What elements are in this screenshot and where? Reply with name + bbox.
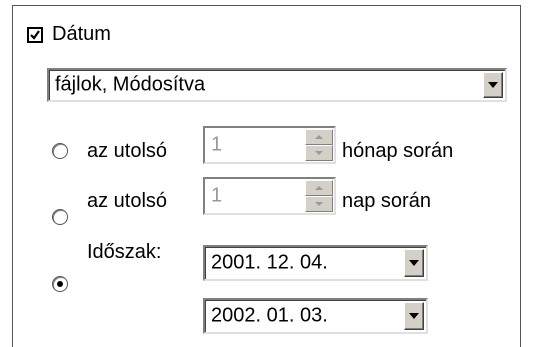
period-to-dropdown-button[interactable] [404,302,424,330]
date-type-select-value: fájlok, Módosítva [55,73,206,96]
months-spin-down-button[interactable] [305,145,333,161]
date-checkbox[interactable] [27,26,43,43]
months-spin-up-button[interactable] [305,129,333,145]
period-to-value: 2002. 01. 03. [211,304,328,327]
period-from-value: 2001. 12. 04. [211,251,328,274]
spin-down-icon [315,151,323,155]
date-type-select[interactable]: fájlok, Módosítva [47,68,507,102]
date-filter-group [12,5,521,347]
last-months-label: az utolsó [87,140,168,162]
checkmark-icon [30,29,40,40]
last-days-suffix: nap során [342,190,431,212]
chevron-down-icon [409,313,419,319]
days-count-spinner[interactable]: 1 [203,177,336,215]
date-type-dropdown-button[interactable] [483,72,503,98]
spin-up-icon [315,186,323,190]
period-from-date-picker[interactable]: 2001. 12. 04. [203,245,428,281]
period-from-dropdown-button[interactable] [404,249,424,277]
days-count-value: 1 [211,184,223,207]
radio-selected-dot [57,281,63,287]
spin-down-icon [315,202,323,206]
period-to-date-picker[interactable]: 2002. 01. 03. [203,298,428,334]
period-radio[interactable] [52,276,68,292]
last-days-label: az utolsó [87,190,168,212]
period-label: Időszak: [87,241,162,263]
last-months-suffix: hónap során [342,140,454,162]
last-days-radio[interactable] [52,209,68,225]
days-spin-up-button[interactable] [305,180,333,196]
months-count-spinner[interactable]: 1 [203,126,336,164]
date-checkbox-label: Dátum [52,23,111,45]
spin-up-icon [315,135,323,139]
last-months-radio[interactable] [52,143,68,159]
days-spin-down-button[interactable] [305,196,333,212]
months-count-value: 1 [211,133,223,156]
date-checkbox-row[interactable]: Dátum [27,23,111,46]
chevron-down-icon [488,82,498,88]
chevron-down-icon [409,260,419,266]
